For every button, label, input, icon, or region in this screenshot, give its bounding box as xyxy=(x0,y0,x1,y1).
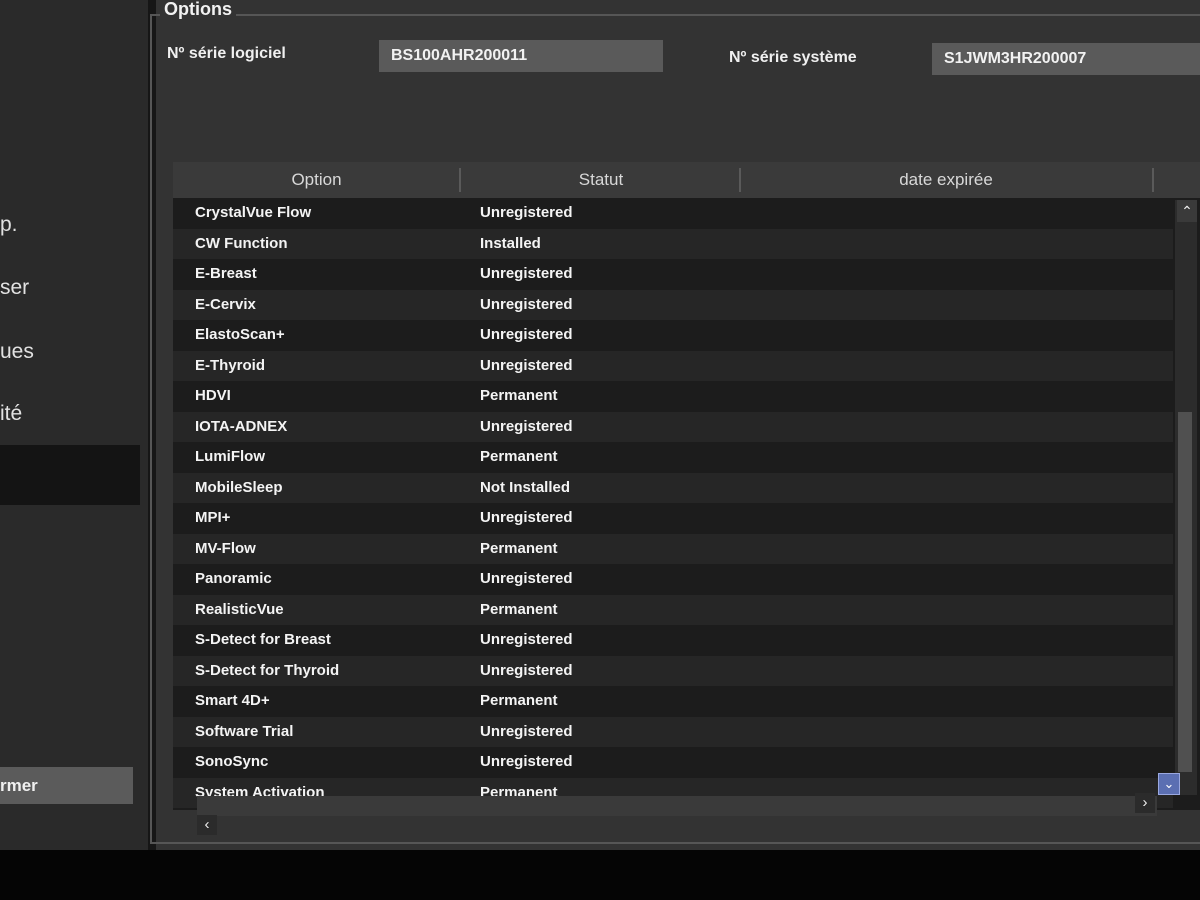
system-serial-field: S1JWM3HR200007 xyxy=(932,43,1200,75)
option-status: Unregistered xyxy=(480,661,573,679)
option-name: MV-Flow xyxy=(195,539,256,557)
option-status: Permanent xyxy=(480,539,558,557)
option-name: ElastoScan+ xyxy=(195,326,285,343)
option-status: Installed xyxy=(480,234,541,252)
table-row[interactable]: MobileSleep Not Installed xyxy=(173,472,1173,503)
horizontal-scrollbar[interactable] xyxy=(197,796,1157,816)
option-status: Unregistered xyxy=(480,265,573,282)
table-row[interactable]: HDVI Permanent xyxy=(173,381,1173,412)
option-name: CrystalVue Flow xyxy=(195,204,312,221)
option-name: Panoramic xyxy=(195,570,272,587)
option-name: E-Thyroid xyxy=(195,356,265,374)
screen-bottom-bezel xyxy=(0,850,1200,900)
option-status: Permanent xyxy=(480,448,558,465)
option-status: Unregistered xyxy=(480,631,573,648)
options-table: Option Statut date expirée CrystalVue Fl… xyxy=(173,162,1200,835)
sidebar: p. ser ues ité rmer xyxy=(0,0,150,850)
chevron-left-icon[interactable]: ‹ xyxy=(197,815,217,835)
option-name: Smart 4D+ xyxy=(195,692,270,709)
chevron-down-icon[interactable]: ⌄ xyxy=(1158,773,1180,795)
options-title: Options xyxy=(160,0,236,20)
option-name: LumiFlow xyxy=(195,448,265,465)
option-status: Not Installed xyxy=(480,478,571,496)
table-row[interactable]: S-Detect for Thyroid Unregistered xyxy=(173,655,1173,686)
table-body: CrystalVue Flow Unregistered CW Function I… xyxy=(173,198,1173,808)
table-row[interactable]: CW Function Installed xyxy=(173,228,1173,259)
vertical-scroll-thumb[interactable] xyxy=(1178,412,1192,772)
option-name: HDVI xyxy=(195,387,231,404)
table-row[interactable]: E-Breast Unregistered xyxy=(173,259,1173,290)
table-row[interactable]: LumiFlow Permanent xyxy=(173,442,1173,473)
table-row[interactable]: SonoSync Unregistered xyxy=(173,747,1173,778)
table-header: Option Statut date expirée xyxy=(173,162,1200,198)
sidebar-item-options-selected[interactable] xyxy=(0,445,140,505)
column-header-expiry-date[interactable]: date expirée xyxy=(741,162,1151,198)
chevron-right-icon[interactable]: › xyxy=(1135,793,1155,813)
sidebar-item-3[interactable]: ues xyxy=(0,340,34,364)
option-status: Permanent xyxy=(480,387,558,404)
chevron-up-icon[interactable]: ⌃ xyxy=(1177,200,1197,222)
sidebar-item-4[interactable]: ité xyxy=(0,402,22,426)
option-name: MobileSleep xyxy=(195,478,283,496)
table-row[interactable]: S-Detect for Breast Unregistered xyxy=(173,625,1173,656)
table-row[interactable]: Panoramic Unregistered xyxy=(173,564,1173,595)
column-header-status[interactable]: Statut xyxy=(461,162,741,198)
table-row[interactable]: Smart 4D+ Permanent xyxy=(173,686,1173,717)
option-name: E-Cervix xyxy=(195,295,256,313)
sidebar-item-1[interactable]: p. xyxy=(0,213,18,237)
table-row[interactable]: RealisticVue Permanent xyxy=(173,594,1173,625)
table-row[interactable]: IOTA-ADNEX Unregistered xyxy=(173,411,1173,442)
option-name: S-Detect for Breast xyxy=(195,631,331,648)
option-name: Software Trial xyxy=(195,722,294,740)
option-status: Unregistered xyxy=(480,509,573,526)
option-name: MPI+ xyxy=(195,509,231,526)
table-row[interactable]: Software Trial Unregistered xyxy=(173,716,1173,747)
table-row[interactable]: ElastoScan+ Unregistered xyxy=(173,320,1173,351)
option-status: Permanent xyxy=(480,600,558,618)
option-status: Unregistered xyxy=(480,295,573,313)
option-status: Unregistered xyxy=(480,204,573,221)
table-row[interactable]: CrystalVue Flow Unregistered xyxy=(173,198,1173,229)
option-status: Unregistered xyxy=(480,356,573,374)
column-divider xyxy=(1152,168,1154,192)
option-name: E-Breast xyxy=(195,265,257,282)
option-name: SonoSync xyxy=(195,753,269,770)
table-row[interactable]: MPI+ Unregistered xyxy=(173,503,1173,534)
system-serial-label: Nº série système xyxy=(729,49,857,66)
option-name: IOTA-ADNEX xyxy=(195,417,288,435)
sidebar-item-2[interactable]: ser xyxy=(0,276,29,300)
table-row[interactable]: E-Thyroid Unregistered xyxy=(173,350,1173,381)
option-status: Unregistered xyxy=(480,417,573,435)
software-serial-field: BS100AHR200011 xyxy=(379,40,663,72)
option-status: Permanent xyxy=(480,692,558,709)
option-status: Unregistered xyxy=(480,722,573,740)
option-name: S-Detect for Thyroid xyxy=(195,661,340,679)
column-header-option[interactable]: Option xyxy=(173,162,460,198)
option-status: Unregistered xyxy=(480,753,573,770)
option-status: Unregistered xyxy=(480,570,573,587)
software-serial-label: Nº série logiciel xyxy=(167,45,286,62)
option-status: Unregistered xyxy=(480,326,573,343)
option-name: RealisticVue xyxy=(195,600,284,618)
table-row[interactable]: MV-Flow Permanent xyxy=(173,533,1173,564)
close-button[interactable]: rmer xyxy=(0,767,133,804)
table-row[interactable]: E-Cervix Unregistered xyxy=(173,289,1173,320)
option-name: CW Function xyxy=(195,234,288,252)
